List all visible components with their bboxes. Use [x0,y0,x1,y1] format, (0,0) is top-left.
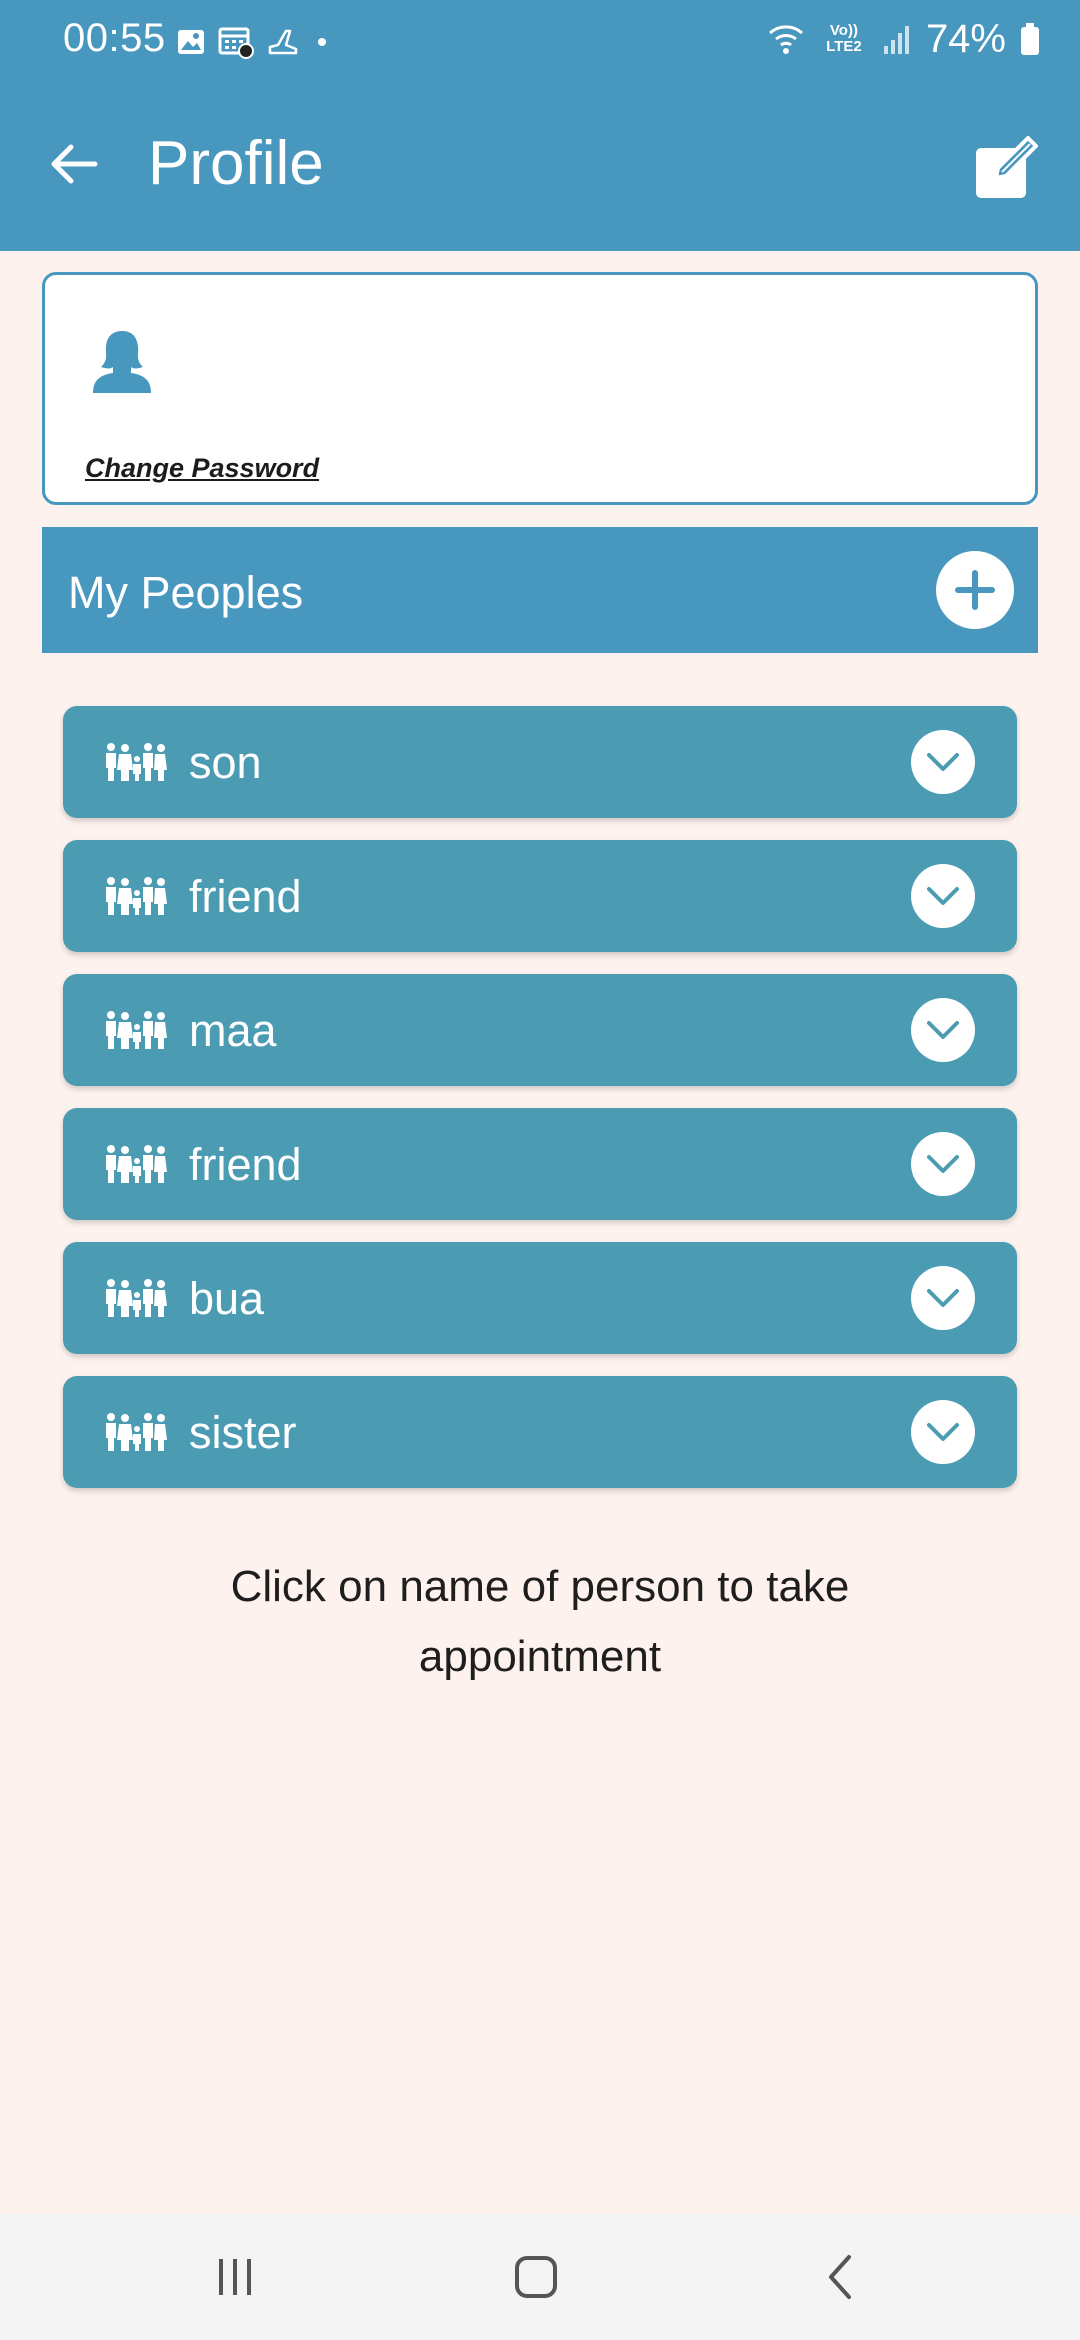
arrow-left-icon [51,144,98,184]
wifi-icon [768,25,803,54]
appointment-hint: Click on name of person to take appointm… [230,1562,850,1681]
chevron-down-icon [927,1423,959,1441]
list-item[interactable]: maa [63,974,1017,1086]
family-icon [106,1145,167,1183]
person-name: friend [189,1139,302,1190]
expand-button[interactable] [911,1400,975,1464]
list-item[interactable]: friend [63,1108,1017,1220]
family-icon [106,1413,167,1451]
family-icon [106,1011,167,1049]
user-avatar-icon [93,331,151,393]
status-time: 00:55 [63,16,166,60]
list-item[interactable]: friend [63,840,1017,952]
list-item[interactable]: sister [63,1376,1017,1488]
back-nav-button[interactable] [810,2252,870,2302]
chevron-down-icon [927,753,959,771]
edit-profile-button[interactable] [972,132,1042,202]
chevron-down-icon [927,887,959,905]
chevron-down-icon [927,1021,959,1039]
app-header: 00:55 Vo)) LTE2 74% Profile [0,0,1080,251]
list-item[interactable]: son [63,706,1017,818]
chevron-down-icon [927,1155,959,1173]
change-password-link[interactable]: Change Password [85,453,319,484]
notification-icons [176,22,332,62]
system-icons: Vo)) LTE2 74% [766,14,1040,64]
recent-apps-button[interactable] [205,2252,265,2302]
person-name: maa [189,1005,277,1056]
expand-button[interactable] [911,730,975,794]
family-icon [106,877,167,915]
status-bar: 00:55 Vo)) LTE2 74% [0,0,1080,80]
person-name: son [189,737,262,788]
system-nav-bar [0,2214,1080,2340]
battery-percent: 74% [925,16,1006,61]
profile-card: Change Password [42,272,1038,505]
expand-button[interactable] [911,1266,975,1330]
calendar-icon [218,27,254,59]
plus-icon [955,570,995,610]
add-person-button[interactable] [936,551,1014,629]
person-name: friend [189,871,302,922]
page-title: Profile [148,129,324,198]
gallery-icon [178,30,204,54]
list-item[interactable]: bua [63,1242,1017,1354]
battery-icon [1021,23,1039,55]
family-icon [106,1279,167,1317]
expand-button[interactable] [911,1132,975,1196]
edit-icon [976,136,1038,198]
chevron-left-icon [829,2255,851,2299]
family-icon [106,743,167,781]
network-type-label: Vo)) LTE2 [826,22,862,55]
recent-apps-icon [219,2259,251,2295]
home-button[interactable] [506,2252,566,2302]
expand-button[interactable] [911,864,975,928]
my-peoples-header: My Peoples [42,527,1038,653]
section-title: My Peoples [68,567,304,618]
sneaker-icon [268,29,298,55]
expand-button[interactable] [911,998,975,1062]
home-icon [515,2256,557,2298]
dot-icon [318,38,326,46]
person-name: sister [189,1407,297,1458]
person-name: bua [189,1273,265,1324]
back-button[interactable] [44,134,104,194]
signal-icon [883,26,909,54]
chevron-down-icon [927,1289,959,1307]
